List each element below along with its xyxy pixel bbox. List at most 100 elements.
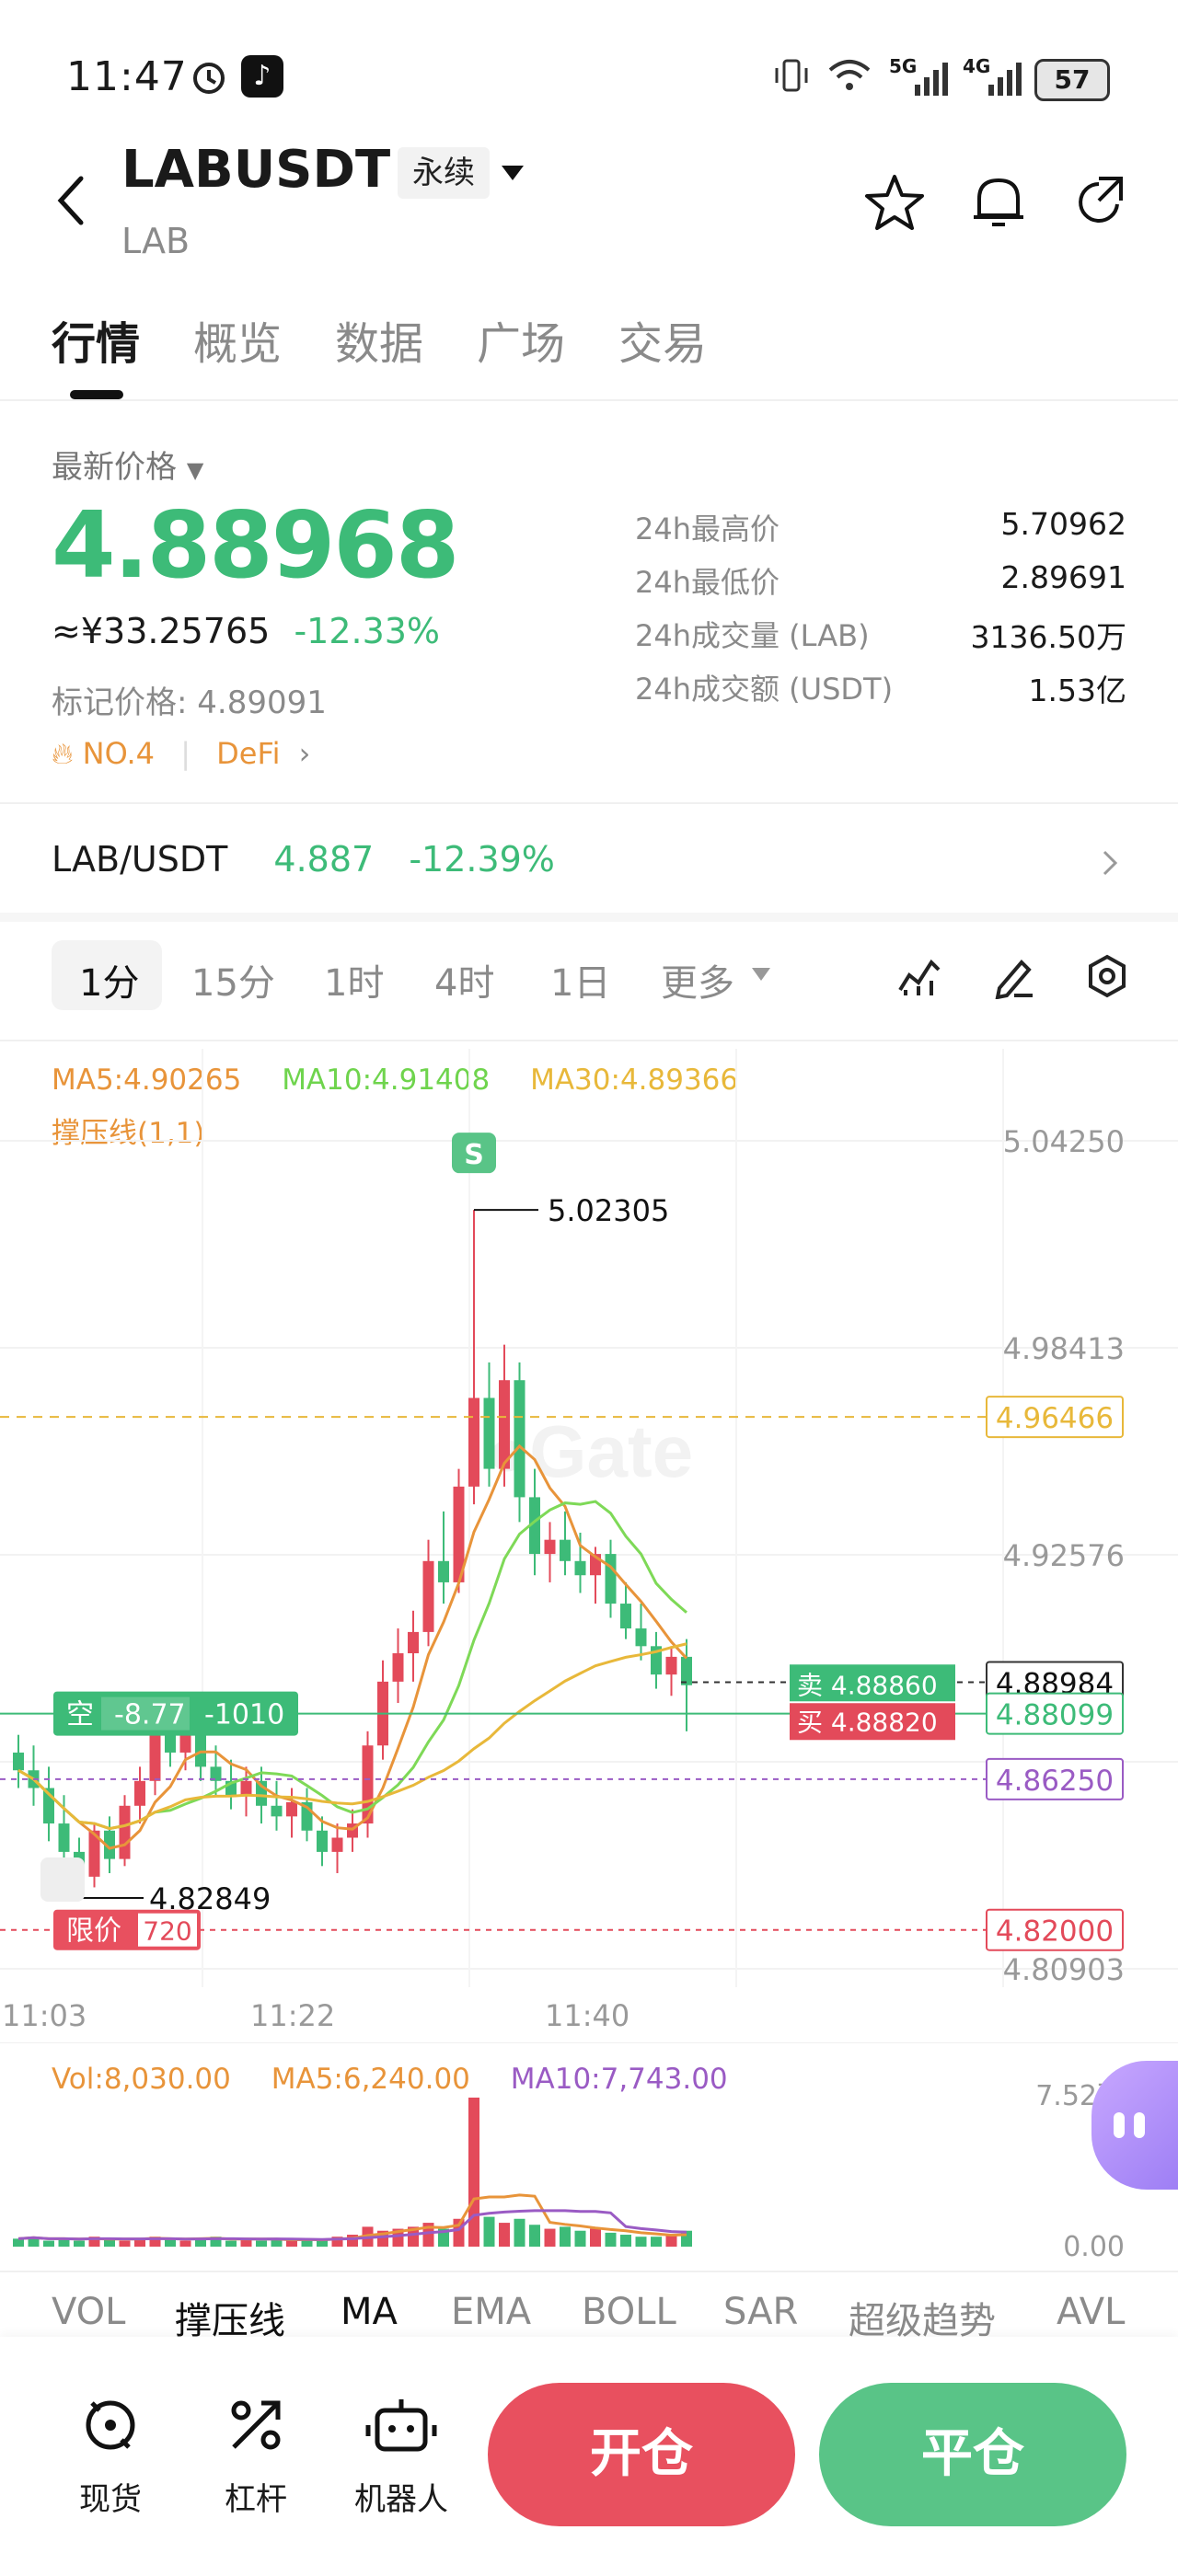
more-dropdown-icon[interactable] (749, 964, 773, 984)
ma5-line (17, 1443, 688, 1850)
indicator-tab-ma[interactable]: MA (341, 2291, 398, 2333)
timeframe-4h[interactable]: 4时 (434, 953, 494, 1006)
tab-trade[interactable]: 交易 (618, 307, 707, 372)
section-gap (0, 913, 1178, 922)
price-cny-row: ≈¥33.25765 -12.33% (52, 611, 440, 651)
candle-body (422, 1560, 434, 1632)
x-axis-tick: 11:40 (545, 1998, 629, 2033)
tab-market[interactable]: 行情 (52, 307, 140, 372)
spot-pair-name: LAB/USDT (52, 839, 228, 880)
robot-icon (365, 2399, 437, 2452)
stat-label: 24h成交额 (USDT) (635, 672, 894, 707)
indicator-tab-avl[interactable]: AVL (1057, 2291, 1125, 2333)
floating-assistant-button[interactable] (1091, 2061, 1178, 2190)
candle-body (544, 1539, 556, 1555)
stat-low: 24h最低价 2.89691 (635, 559, 1126, 605)
timeframe-more[interactable]: 更多 (661, 953, 734, 1006)
rank-label: NO.4 (82, 736, 156, 771)
volume-bar (13, 2238, 24, 2247)
volume-bar (665, 2235, 677, 2247)
open-position-button[interactable]: 开仓 (488, 2383, 795, 2526)
stat-volume: 24h成交量 (LAB) 3136.50万 (635, 613, 1126, 659)
candle-body (286, 1801, 297, 1817)
candle-body (165, 1734, 176, 1753)
price-line-label[interactable]: 4.82000 (996, 1915, 1114, 1949)
volume-bar (574, 2230, 586, 2247)
chart-grid (0, 1049, 1178, 1987)
price-label[interactable]: 最新价格 ▼ (52, 442, 203, 487)
candle-body (514, 1380, 525, 1498)
candle-body (620, 1604, 631, 1629)
price-cny: ≈¥33.25765 (52, 611, 271, 651)
indicator-tab-vol[interactable]: VOL (52, 2291, 125, 2333)
price-line-label[interactable]: 4.88099 (996, 1699, 1114, 1732)
timeframe-1d[interactable]: 1日 (550, 953, 610, 1006)
timeframe-1m[interactable]: 1分 (79, 953, 139, 1006)
nav-robot[interactable]: 机器人 (346, 2392, 456, 2519)
candle-body (134, 1780, 145, 1806)
candle-body (58, 1823, 70, 1852)
close-position-button[interactable]: 平仓 (819, 2383, 1126, 2526)
spot-pair-change: -12.39% (409, 839, 555, 880)
position-qty: -1010 (204, 1699, 284, 1731)
volume-bar (560, 2226, 571, 2247)
spot-pair-chevron-icon[interactable] (1099, 846, 1121, 880)
indicator-icon[interactable] (896, 953, 942, 999)
draw-pencil-icon[interactable] (990, 953, 1036, 999)
timeframe-15m[interactable]: 15分 (191, 953, 275, 1006)
candle-body (149, 1734, 161, 1781)
stat-turnover: 24h成交额 (USDT) 1.53亿 (635, 666, 1126, 712)
timeframe-1h[interactable]: 1时 (324, 953, 384, 1006)
indicator-tab-sar[interactable]: SAR (723, 2291, 798, 2333)
rank-row[interactable]: 🔥︎ NO.4 | DeFi › (52, 736, 310, 772)
volume-bar (620, 2235, 631, 2247)
vibrate-icon (775, 59, 808, 92)
volume-bar (225, 2240, 237, 2247)
y-axis-tick: 5.04250 (1003, 1124, 1125, 1159)
price-label-caret-icon: ▼ (186, 457, 204, 483)
orderbook-buy-label: 买 4.88820 (797, 1707, 938, 1737)
price-line-label[interactable]: 4.86250 (996, 1765, 1114, 1798)
assistant-eye-icon (1134, 2112, 1145, 2138)
volume-bar (43, 2240, 54, 2247)
candlestick-chart[interactable]: ●Gate5.042504.984134.925764.8090311:03 11… (0, 1049, 1178, 2033)
candle-body (468, 1397, 479, 1487)
contract-type-tag[interactable]: 永续 (398, 147, 490, 199)
share-icon[interactable] (1071, 173, 1128, 230)
volume-bar (499, 2223, 510, 2247)
candle-body (317, 1830, 328, 1852)
candle-body (605, 1554, 617, 1604)
position-pnl: -8.77 (114, 1699, 186, 1731)
tab-data[interactable]: 数据 (335, 307, 423, 372)
stat-label: 24h最低价 (635, 565, 780, 600)
symbol-dropdown-icon[interactable] (499, 162, 526, 184)
indicator-divider (0, 2271, 1178, 2272)
favorite-star-icon[interactable] (865, 173, 924, 232)
volume-chart[interactable]: 7.52万0.00 (0, 2042, 1178, 2263)
tiktok-icon: ♪ (241, 55, 283, 98)
candle-body (392, 1653, 404, 1682)
nav-spot[interactable]: 现货 (55, 2392, 166, 2519)
orderbook-sell-label: 卖 4.88860 (797, 1670, 938, 1700)
candle-body (438, 1560, 449, 1582)
indicator-tab-boll[interactable]: BOLL (582, 2291, 676, 2333)
x-axis-tick: 11:03 (2, 1998, 87, 2033)
chart-settings-icon[interactable] (1084, 953, 1130, 999)
tab-overview[interactable]: 概览 (193, 307, 282, 372)
alert-bell-icon[interactable] (970, 171, 1027, 232)
spot-pair-row[interactable]: LAB/USDT 4.887 -12.39% (52, 839, 555, 880)
candle-body (665, 1656, 677, 1675)
back-icon[interactable] (52, 171, 92, 230)
section-divider (0, 802, 1178, 804)
indicator-tab-ema[interactable]: EMA (451, 2291, 531, 2333)
symbol-title[interactable]: LABUSDT (121, 140, 390, 200)
candle-body (681, 1656, 692, 1685)
fullscreen-icon[interactable] (40, 1857, 85, 1903)
price-line-label[interactable]: 4.96466 (996, 1402, 1114, 1435)
chart-top-divider (0, 1040, 1178, 1041)
volume-bar (529, 2225, 540, 2247)
high-marker-label: 5.02305 (548, 1193, 669, 1228)
nav-leverage[interactable]: 杠杆 (201, 2392, 311, 2519)
tab-square[interactable]: 广场 (477, 307, 565, 372)
wifi-icon (828, 60, 871, 90)
